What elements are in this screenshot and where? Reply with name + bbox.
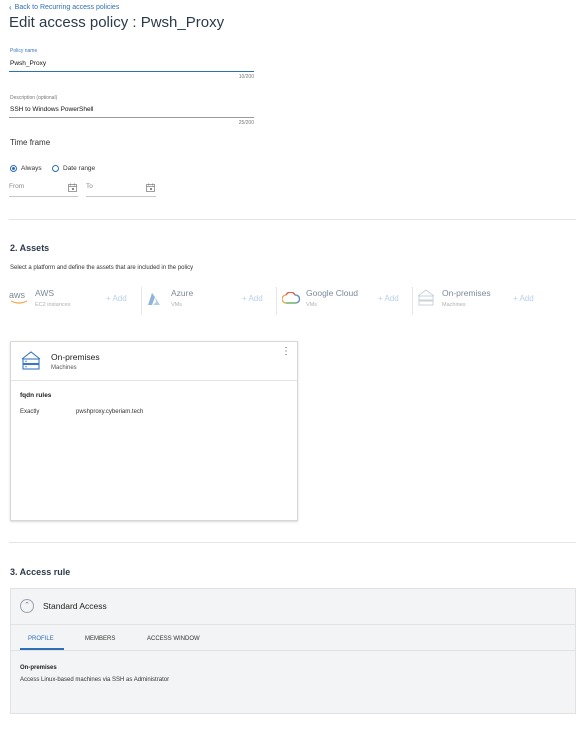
more-options-icon[interactable]: ⋮: [281, 347, 291, 357]
server-icon: [417, 289, 435, 306]
policy-name-counter: 10/200: [238, 74, 254, 80]
fqdn-rules-title: fqdn rules: [20, 392, 52, 399]
section-divider: [9, 542, 576, 543]
add-on-premises-button[interactable]: + Add: [513, 294, 534, 303]
calendar-icon[interactable]: [146, 183, 155, 192]
platform-aws-name: AWS: [35, 288, 55, 298]
platform-separator: [412, 287, 413, 315]
policy-name-input[interactable]: Pwsh_Proxy: [10, 60, 254, 67]
platform-separator: [141, 287, 142, 315]
platform-separator: [276, 287, 277, 315]
rule-match-type: Exactly: [20, 409, 40, 415]
platform-azure-sub: VMs: [171, 302, 182, 308]
tab-profile[interactable]: PROFILE: [28, 636, 54, 642]
back-link-label: Back to Recurring access policies: [14, 4, 120, 11]
platform-aws: aws AWS EC2 instances + Add: [9, 288, 137, 314]
collapse-icon[interactable]: ⌃: [20, 599, 34, 613]
radio-date-range-label: Date range: [63, 165, 96, 172]
access-rule-name: Standard Access: [43, 601, 107, 611]
from-placeholder: From: [9, 183, 25, 190]
back-link[interactable]: ‹ Back to Recurring access policies: [9, 3, 119, 12]
add-azure-button[interactable]: + Add: [242, 294, 263, 303]
platform-on-premises: On-premises Machines + Add: [416, 288, 566, 314]
platform-on-premises-name: On-premises: [442, 288, 491, 298]
policy-name-label: Policy name: [10, 48, 38, 54]
platform-azure: Azure VMs + Add: [147, 288, 273, 314]
panel-divider: [11, 624, 576, 625]
description-label: Description (optional): [10, 95, 58, 101]
to-date-field[interactable]: To: [86, 183, 156, 197]
card-title: On-premises: [51, 352, 100, 362]
profile-heading: On-premises: [20, 665, 57, 671]
radio-always-indicator: [10, 165, 17, 172]
radio-always-label: Always: [21, 165, 42, 172]
calendar-icon[interactable]: [68, 183, 77, 192]
assets-section-title: 2. Assets: [10, 243, 50, 253]
access-rule-section-title: 3. Access rule: [10, 567, 71, 577]
to-placeholder: To: [86, 183, 93, 190]
from-date-field[interactable]: From: [9, 183, 78, 197]
page-title: Edit access policy : Pwsh_Proxy: [9, 14, 225, 31]
platform-google-cloud-sub: VMs: [306, 302, 317, 308]
tab-access-window[interactable]: ACCESS WINDOW: [147, 636, 200, 642]
google-cloud-icon: [282, 292, 300, 304]
server-icon: [21, 351, 41, 370]
description-input[interactable]: SSH to Windows PowerShell: [10, 106, 254, 113]
platform-aws-sub: EC2 instances: [35, 302, 71, 308]
on-premises-asset-card: On-premises Machines ⋮ fqdn rules Exactl…: [10, 341, 298, 521]
profile-description: Access Linux-based machines via SSH as A…: [20, 677, 170, 683]
card-divider: [11, 380, 297, 381]
add-aws-button[interactable]: + Add: [106, 294, 127, 303]
card-subtitle: Machines: [51, 365, 77, 371]
time-frame-label: Time frame: [10, 138, 51, 147]
azure-icon: [148, 293, 160, 305]
radio-date-range[interactable]: Date range: [52, 165, 95, 172]
description-counter: 25/200: [238, 120, 254, 126]
access-rule-panel: ⌃ Standard Access PROFILE MEMBERS ACCESS…: [10, 588, 576, 714]
description-underline: [9, 117, 254, 118]
platform-google-cloud: Google Cloud VMs + Add: [282, 288, 408, 314]
add-google-cloud-button[interactable]: + Add: [378, 294, 399, 303]
chevron-left-icon: ‹: [9, 3, 12, 12]
section-divider: [9, 219, 576, 220]
aws-icon: aws: [9, 290, 31, 310]
platform-azure-name: Azure: [171, 288, 194, 298]
rule-fqdn-value: pwshproxy.cyberiam.tech: [76, 409, 144, 415]
platform-google-cloud-name: Google Cloud: [306, 288, 358, 298]
assets-subtitle: Select a platform and define the assets …: [10, 265, 194, 271]
radio-date-range-indicator: [52, 165, 59, 172]
policy-name-underline: [9, 71, 254, 72]
tabs-divider: [11, 650, 576, 651]
platform-on-premises-sub: Machines: [442, 302, 466, 308]
radio-always[interactable]: Always: [10, 165, 42, 172]
tab-members[interactable]: MEMBERS: [85, 636, 115, 642]
